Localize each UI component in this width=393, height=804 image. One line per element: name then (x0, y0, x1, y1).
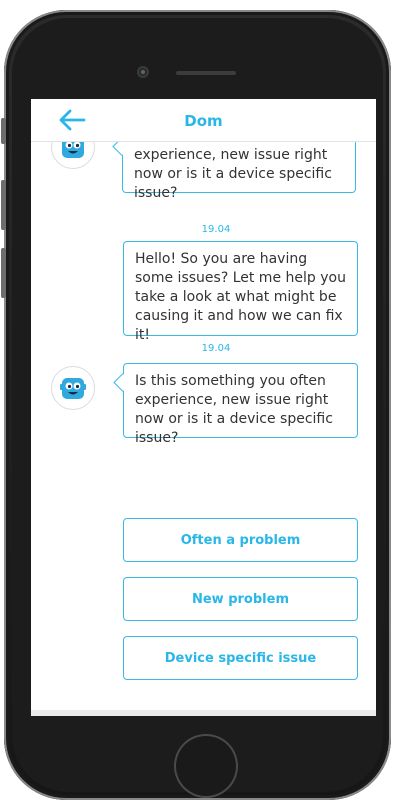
message-time: 19.04 (201, 343, 231, 354)
home-button[interactable] (176, 736, 236, 796)
robot-face-icon (60, 378, 86, 399)
speaker-grille (176, 71, 236, 75)
volume-down-button (1, 248, 6, 298)
chat-screen: Dom experience, new issue right now or i… (31, 99, 376, 716)
message-text: Is this something you often experience, … (135, 373, 333, 446)
chat-header: Dom (31, 99, 376, 142)
message-text: Hello! So you are having some issues? Le… (135, 251, 346, 343)
camera-icon (137, 66, 149, 78)
reply-often-a-problem-button[interactable]: Often a problem (123, 518, 358, 562)
message-time: 19.04 (201, 224, 231, 235)
page-title: Dom (184, 112, 223, 130)
volume-up-button (1, 180, 6, 230)
message-text: experience, new issue right now or is it… (134, 147, 332, 201)
reply-device-specific-issue-button[interactable]: Device specific issue (123, 636, 358, 680)
reply-new-problem-button[interactable]: New problem (123, 577, 358, 621)
input-bar (31, 710, 376, 716)
mute-switch (1, 118, 6, 144)
bot-avatar (51, 366, 95, 410)
bot-message: Is this something you often experience, … (123, 363, 358, 446)
bot-message: Hello! So you are having some issues? Le… (123, 241, 358, 343)
